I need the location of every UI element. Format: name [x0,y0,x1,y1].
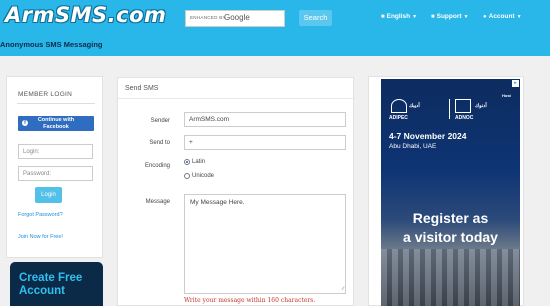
host-label: Host [502,93,511,98]
event-city: Abu Dhabi, UAE [389,143,437,150]
register-cta-line1: Register as [412,210,489,226]
password-input[interactable]: Password: [18,166,93,181]
adipec-name: ADIPEC [389,115,408,121]
nav-account-label: Account [488,13,515,20]
adipec-arabic: أديبك [409,103,420,109]
nav-english-label: English [386,13,411,20]
header-bar: ArmSMS.com Anonymous SMS Messaging ENHAN… [0,0,550,56]
event-date: 4-7 November 2024 [389,131,467,141]
caret-down-icon: ▼ [516,13,522,20]
register-cta: Register as a visitor today [381,209,520,247]
create-account-banner[interactable]: Create Free Account [10,262,103,306]
join-now-link[interactable]: Join Now for Free! [18,234,63,240]
comment-icon: ■ [381,13,385,20]
adnoc-name: ADNOC [455,115,474,121]
message-text: My Message Here. [190,199,245,206]
facebook-login-button[interactable]: f Continue with Facebook [18,116,94,131]
facebook-icon: f [22,120,28,126]
message-textarea[interactable]: My Message Here. ∕∕ [184,194,346,294]
logo-text: ArmSMS.com [5,3,167,27]
create-account-text: Create Free Account [19,272,82,298]
member-login-panel: MEMBER LOGIN f Continue with Facebook Lo… [6,76,103,258]
comments-icon: ■ [431,13,435,20]
encoding-unicode-radio[interactable]: Unicode [184,173,214,179]
divider [449,99,450,119]
nav-account[interactable]: ● Account ▼ [483,13,522,20]
login-input[interactable]: Login: [18,144,93,159]
nav-english[interactable]: ■ English ▼ [381,13,417,20]
ad-choices-icon[interactable]: ▸ [512,80,519,87]
sender-label: Sender [150,118,170,124]
encoding-latin-label: Latin [192,159,206,165]
crowd-image [381,249,520,306]
encoding-label: Encoding [144,163,170,169]
radio-unselected-icon [184,173,190,179]
google-brand: Google [224,13,250,22]
character-limit-hint: Write your message within 160 characters… [184,297,316,304]
search-input[interactable]: ENHANCED BY Google [185,10,285,27]
adipec-logo-icon [391,99,407,113]
caret-down-icon: ▼ [412,13,418,20]
resize-grip-icon[interactable]: ∕∕ [342,286,344,292]
sender-field[interactable]: ArmSMS.com [184,112,346,127]
adipec-advertisement[interactable]: ▸ أديبك ADIPEC Host أدنوك ADNOC 4-7 Nove… [381,79,520,306]
search-enhanced-label: ENHANCED BY [190,15,226,20]
search-button[interactable]: Search [299,10,332,26]
adnoc-arabic: أدنوك [475,103,487,109]
message-label: Message [145,199,170,205]
site-logo[interactable]: ArmSMS.com [3,3,166,33]
send-to-label: Send to [149,140,170,146]
forgot-password-link[interactable]: Forgot Password? [18,212,63,218]
member-login-title: MEMBER LOGIN [18,91,73,98]
send-to-field[interactable]: + [184,135,346,150]
encoding-latin-radio[interactable]: Latin [184,159,205,165]
encoding-unicode-label: Unicode [192,173,215,179]
adnoc-logo-icon [455,99,471,113]
radio-selected-icon [184,159,190,165]
create-account-line1: Create Free [19,272,83,284]
login-button[interactable]: Login [35,187,62,203]
send-sms-title: Send SMS [125,85,159,92]
facebook-label-line2: Facebook [43,123,69,130]
site-tagline: Anonymous SMS Messaging [0,40,103,49]
divider [17,103,95,104]
register-cta-line2: a visitor today [403,229,498,245]
divider [118,98,355,99]
user-icon: ● [483,13,487,20]
nav-support-label: Support [436,13,462,20]
caret-down-icon: ▼ [463,13,469,20]
create-account-line2: Account [19,285,65,297]
nav-support[interactable]: ■ Support ▼ [431,13,469,20]
send-sms-panel: Send SMS Sender ArmSMS.com Send to + Enc… [117,77,355,306]
